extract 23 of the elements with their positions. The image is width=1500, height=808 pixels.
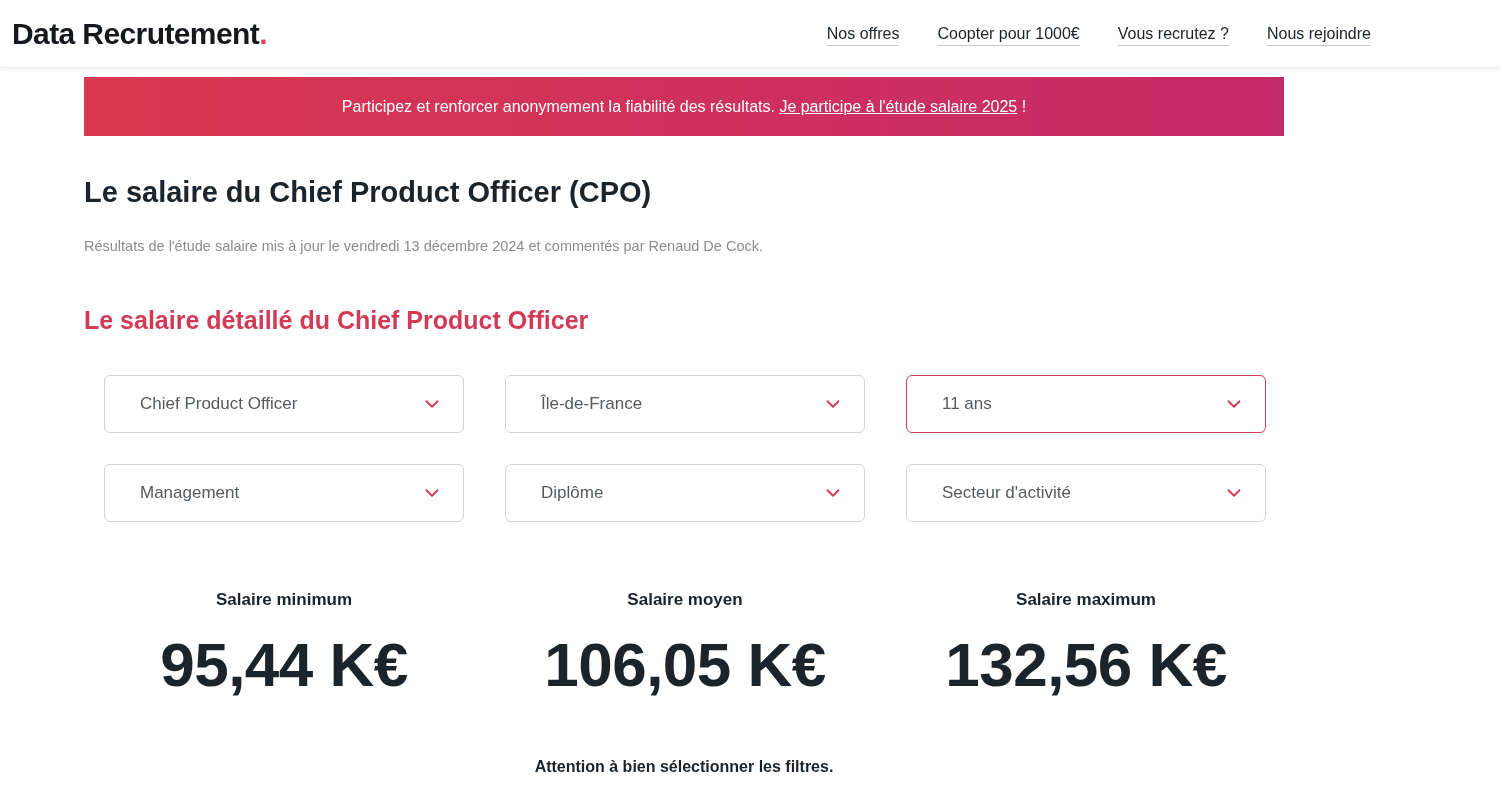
page-title: Le salaire du Chief Product Officer (CPO) bbox=[84, 175, 653, 210]
nav-link[interactable]: Vous recrutez ? bbox=[1117, 25, 1229, 46]
update-info: Résultats de l'étude salaire mis à jour le vendredi 13 décembre 2024 et commentés par Renaud De Cock. bbox=[84, 237, 764, 256]
stat-label: Salaire maximum bbox=[1016, 590, 1156, 610]
salary-value: 132,56 K€ bbox=[945, 630, 1227, 700]
filter-select[interactable]: Management bbox=[104, 464, 464, 522]
banner-text: Participez et renforcer anonymement la fiabilité des résultats. Je participe à l'étude salaire 2025 ! bbox=[341, 97, 1027, 116]
stat-label: Salaire minimum bbox=[215, 590, 353, 610]
filter-note: Attention à bien sélectionner les filtres. bbox=[534, 758, 834, 776]
filter-select[interactable]: Secteur d'activité bbox=[906, 464, 1266, 522]
filter-select[interactable]: Chief Product Officer bbox=[104, 375, 464, 433]
filter-select[interactable]: 11 ans bbox=[906, 375, 1266, 433]
filter-select[interactable]: Diplôme bbox=[505, 464, 865, 522]
nav-link[interactable]: Coopter pour 1000€ bbox=[937, 25, 1080, 46]
site-logo[interactable]: Data Recrutement. bbox=[12, 16, 267, 51]
salary-value: 95,44 K€ bbox=[160, 630, 408, 700]
salary-value: 106,05 K€ bbox=[544, 630, 826, 700]
survey-link[interactable]: Je participe à l'étude salaire 2025 bbox=[779, 97, 1018, 115]
filter-select[interactable]: Île-de-France bbox=[505, 375, 865, 433]
section-title: Le salaire détaillé du Chief Product Officer bbox=[84, 305, 590, 336]
nav-link[interactable]: Nous rejoindre bbox=[1266, 25, 1371, 46]
stat-label: Salaire moyen bbox=[627, 590, 743, 610]
nav-link[interactable]: Nos offres bbox=[826, 25, 900, 46]
